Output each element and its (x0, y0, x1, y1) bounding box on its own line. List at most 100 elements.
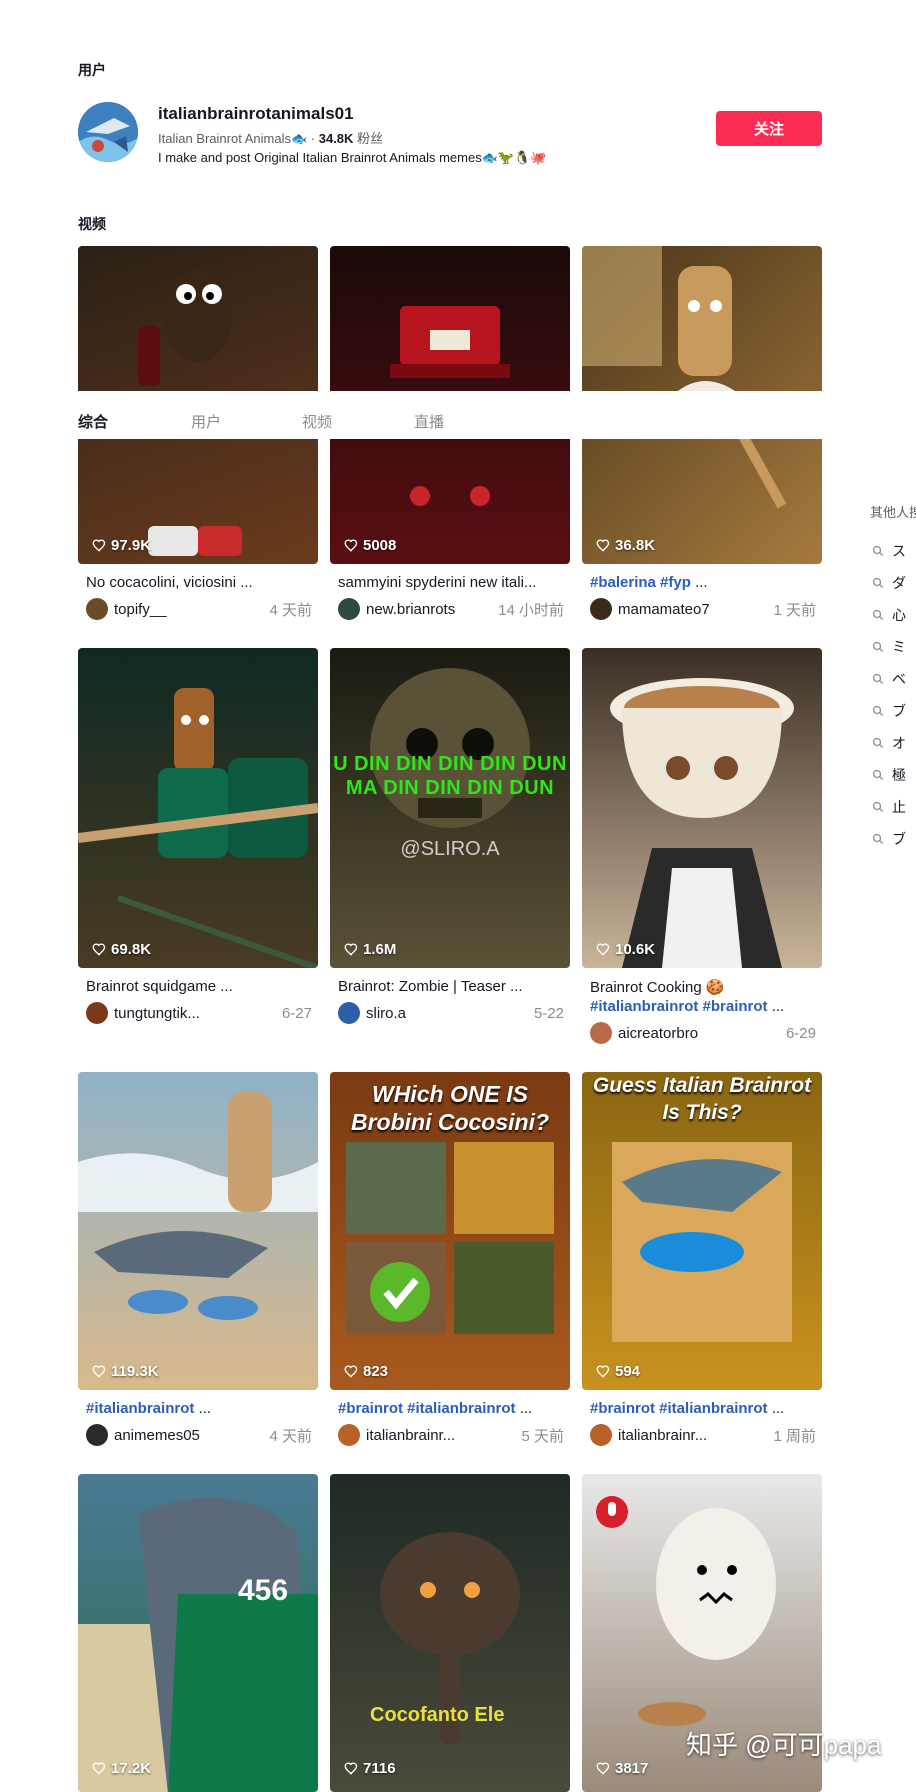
video-thumbnail[interactable]: 119.3K (78, 1072, 318, 1390)
tab-users[interactable]: 用户 (191, 411, 221, 432)
tab-general[interactable]: 综合 (78, 411, 108, 432)
sidebar-search-item[interactable]: ス (872, 541, 906, 561)
user-nickname: Italian Brainrot Animals🐟 (158, 131, 308, 146)
video-card[interactable]: 456 17.2K (78, 1474, 318, 1792)
video-author[interactable]: topify__ 4 天前 (86, 598, 312, 620)
like-count-value: 823 (363, 1363, 389, 1380)
search-icon (872, 801, 883, 812)
sidebar-search-item[interactable]: ブ (872, 829, 906, 849)
video-author[interactable]: sliro.a 5-22 (338, 1002, 564, 1024)
hashtags[interactable]: #italianbrainrot (86, 1400, 194, 1417)
hashtags[interactable]: #brainrot #italianbrainrot (590, 1400, 768, 1417)
sidebar-search-item[interactable]: ベ (872, 669, 906, 689)
thumbnail-art (78, 1092, 318, 1320)
video-thumbnail[interactable]: WHich ONE IS Brobini Cocosini? 823 (330, 1072, 570, 1390)
heart-icon (92, 1762, 106, 1775)
video-author[interactable]: italianbrainr... 1 周前 (590, 1424, 816, 1446)
video-title[interactable]: sammyini spyderini new itali... (338, 574, 564, 591)
sidebar-search-item[interactable]: 極 (872, 765, 906, 785)
title-ellipsis: ... (690, 574, 708, 591)
tab-live[interactable]: 直播 (414, 411, 444, 432)
hashtags[interactable]: #balerina #fyp (590, 574, 691, 591)
author-avatar (86, 1424, 108, 1446)
video-thumbnail[interactable]: 456 17.2K (78, 1474, 318, 1792)
video-thumbnail[interactable]: 10.6K (582, 648, 822, 968)
heart-icon (92, 943, 106, 956)
search-icon (872, 769, 883, 780)
like-count: 823 (344, 1363, 388, 1380)
sidebar-search-item[interactable]: オ (872, 733, 906, 753)
author-avatar (86, 598, 108, 620)
search-icon (872, 737, 883, 748)
heart-icon (92, 1365, 106, 1378)
video-title[interactable]: #balerina #fyp ... (590, 574, 816, 591)
video-card[interactable]: WHich ONE IS Brobini Cocosini? 823 #brai… (330, 1072, 570, 1452)
thumbnail-overlay-text: 456 (238, 1574, 289, 1607)
heart-icon (596, 943, 610, 956)
video-title[interactable]: #italianbrainrot ... (86, 1400, 312, 1417)
video-author[interactable]: tungtungtik... 6-27 (86, 1002, 312, 1024)
like-count: 10.6K (596, 941, 655, 958)
tab-bar (0, 391, 916, 439)
video-title[interactable]: No cocacolini, viciosini ... (86, 574, 312, 591)
avatar[interactable] (78, 102, 138, 162)
hashtags[interactable]: #brainrot #italianbrainrot (338, 1400, 516, 1417)
like-count: 17.2K (92, 1760, 151, 1777)
video-title[interactable]: #brainrot #italianbrainrot ... (338, 1400, 564, 1417)
tab-videos[interactable]: 视频 (302, 411, 332, 432)
video-author[interactable]: animemes05 4 天前 (86, 1424, 312, 1446)
video-author[interactable]: italianbrainr... 5 天前 (338, 1424, 564, 1446)
heart-icon (344, 1762, 358, 1775)
video-thumbnail[interactable]: 69.8K (78, 648, 318, 968)
author-avatar (338, 1002, 360, 1024)
follower-label: 粉丝 (357, 131, 384, 146)
search-icon (872, 641, 883, 652)
thumbnail-overlay-text: Cocofanto Ele (370, 1704, 505, 1726)
heart-icon (344, 943, 358, 956)
video-title[interactable]: Brainrot squidgame ... (86, 978, 312, 995)
follow-button[interactable]: 关注 (716, 111, 822, 146)
heart-icon (344, 1365, 358, 1378)
user-bio: I make and post Original Italian Brainro… (158, 150, 547, 165)
sidebar-search-item[interactable]: 心 (872, 605, 906, 625)
like-count-value: 119.3K (111, 1363, 159, 1380)
video-hashtags[interactable]: #italianbrainrot #brainrot ... (590, 998, 816, 1015)
author-avatar (590, 1424, 612, 1446)
heart-icon (596, 1762, 610, 1775)
video-title[interactable]: Brainrot Cooking 🍪 (590, 978, 816, 996)
sidebar-search-item[interactable]: ダ (872, 573, 906, 593)
video-card[interactable]: Guess Italian Brainrot Is This? 594 #bra… (582, 1072, 822, 1452)
video-card[interactable]: Cocofanto Ele 7116 (330, 1474, 570, 1792)
video-author[interactable]: mamamateo7 1 天前 (590, 598, 816, 620)
sidebar-search-label: ス (892, 543, 906, 559)
hashtags[interactable]: #italianbrainrot #brainrot (590, 998, 768, 1015)
title-ellipsis: ... (194, 1400, 212, 1417)
video-card[interactable]: 10.6K Brainrot Cooking 🍪 #italianbrainro… (582, 648, 822, 1048)
sidebar-search-label: ダ (892, 575, 906, 591)
author-avatar (338, 1424, 360, 1446)
video-title[interactable]: #brainrot #italianbrainrot ... (590, 1400, 816, 1417)
author-name: animemes05 (114, 1426, 200, 1444)
like-count: 7116 (344, 1760, 396, 1777)
user-name[interactable]: italianbrainrotanimals01 (158, 104, 354, 124)
heart-icon (596, 1365, 610, 1378)
sidebar-search-item[interactable]: 止 (872, 797, 906, 817)
search-icon (872, 577, 883, 588)
video-thumbnail[interactable]: U DIN DIN DIN DIN DUN MA DIN DIN DIN DUN… (330, 648, 570, 968)
video-author[interactable]: aicreatorbro 6-29 (590, 1022, 816, 1044)
video-card[interactable]: U DIN DIN DIN DIN DUN MA DIN DIN DIN DUN… (330, 648, 570, 1048)
title-ellipsis: ... (515, 1400, 533, 1417)
sidebar-search-item[interactable]: ブ (872, 701, 906, 721)
video-author[interactable]: new.brianrots 14 小时前 (338, 598, 564, 620)
author-avatar (590, 598, 612, 620)
sidebar-search-item[interactable]: ミ (872, 637, 906, 657)
video-card[interactable]: 119.3K #italianbrainrot ... animemes05 4… (78, 1072, 318, 1452)
video-thumbnail[interactable]: Cocofanto Ele 7116 (330, 1474, 570, 1792)
video-card[interactable]: 69.8K Brainrot squidgame ... tungtungtik… (78, 648, 318, 1048)
video-thumbnail[interactable]: Guess Italian Brainrot Is This? 594 (582, 1072, 822, 1390)
video-title[interactable]: Brainrot: Zombie | Teaser ... (338, 978, 564, 995)
like-count-value: 3817 (615, 1760, 649, 1777)
post-time: 4 天前 (269, 601, 312, 619)
like-count: 97.9K (92, 537, 151, 554)
thumbnail-art (612, 1142, 792, 1342)
